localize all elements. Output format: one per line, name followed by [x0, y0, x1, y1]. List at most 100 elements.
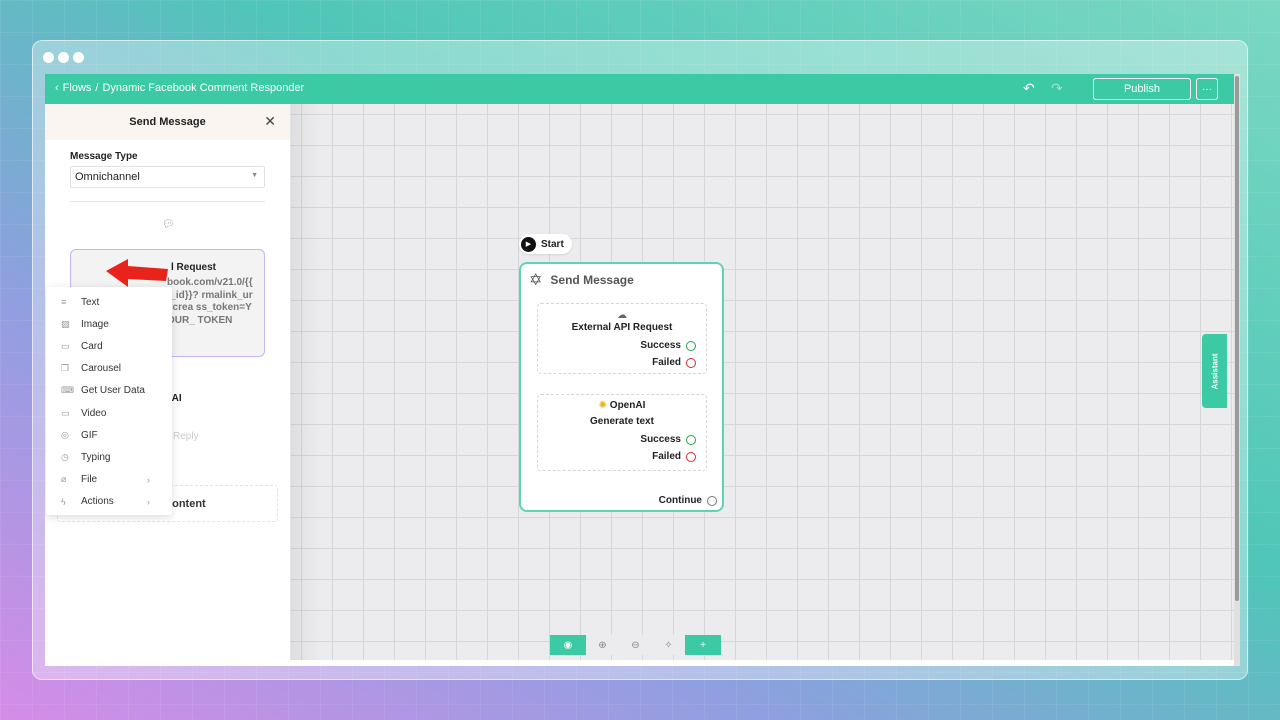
failed-handle-icon[interactable] [686, 451, 696, 462]
openai-logo-icon: ✡ [529, 272, 543, 289]
success-handle-icon[interactable] [686, 340, 696, 351]
redo-icon[interactable]: ↷ [1051, 80, 1063, 97]
success-label: Success [640, 340, 681, 351]
card-icon: ▭ [61, 340, 70, 351]
chevron-right-icon: › [147, 496, 150, 507]
zoom-in-icon[interactable]: ⊕ [586, 635, 619, 655]
assistant-label: Assistant [1210, 352, 1220, 390]
browser-window: ‹ Flows / Dynamic Facebook Comment Respo… [32, 40, 1248, 680]
window-dots [43, 52, 84, 63]
menu-item-label: Actions [81, 496, 114, 508]
menu-item-card[interactable]: ▭ Card [46, 335, 172, 357]
menu-item-get-user-data[interactable]: ⌨ Get User Data [46, 380, 172, 402]
menu-item-label: Image [81, 318, 109, 330]
menu-item-image[interactable]: ▨ Image [46, 313, 172, 335]
menu-item-gif[interactable]: ◎ GIF [46, 424, 172, 446]
api-block-title: External API Request [571, 322, 673, 333]
failed-port[interactable]: Failed [538, 354, 706, 371]
success-label: Success [640, 434, 681, 445]
breadcrumb-separator: / [95, 82, 99, 94]
content-type-menu: ≡ Text ▨ Image ▭ Card ❐ Carousel ⌨ Get U… [46, 287, 172, 515]
assistant-tab[interactable]: Assistant [1202, 334, 1227, 408]
window-dot [73, 52, 84, 63]
canvas-toolbar: ◉ ⊕ ⊖ ✧ + [550, 635, 721, 655]
failed-label: Failed [652, 451, 681, 462]
continue-handle-icon[interactable] [707, 495, 717, 506]
back-chevron-icon[interactable]: ‹ [55, 82, 59, 94]
menu-item-label: File [81, 474, 98, 486]
send-message-panel: Send Message ✕ Message Type Omnichannel … [45, 104, 291, 660]
panel-title: Send Message [129, 116, 206, 128]
continue-port[interactable]: Continue [659, 495, 717, 506]
add-node-button[interactable]: + [685, 635, 721, 655]
node-title: Send Message [550, 273, 634, 287]
scrollbar-thumb[interactable] [1235, 76, 1239, 601]
keyboard-icon: ⌨ [61, 385, 74, 396]
zoom-out-icon[interactable]: ⊖ [619, 635, 652, 655]
canvas-shadow [291, 104, 321, 660]
cloud-upload-icon: ☁ [617, 310, 627, 321]
message-type-label: Message Type [70, 151, 138, 162]
top-bar: ‹ Flows / Dynamic Facebook Comment Respo… [45, 74, 1240, 104]
message-type-value: Omnichannel [75, 171, 140, 183]
api-request-block[interactable]: ☁ External API Request Success Failed [537, 303, 707, 374]
menu-item-file[interactable]: ⌀ File › [46, 469, 172, 491]
success-port[interactable]: Success [538, 431, 706, 448]
send-message-node[interactable]: ✡ Send Message ☁ External API Request Su… [519, 262, 724, 512]
window-dot [58, 52, 69, 63]
undo-icon[interactable]: ↶ [1023, 80, 1035, 97]
close-icon[interactable]: ✕ [264, 113, 276, 130]
api-card-url: book.com/v21.0/{{ t_id}}? rmalink_url,cr… [167, 277, 253, 326]
menu-item-label: Carousel [81, 363, 122, 375]
menu-item-text[interactable]: ≡ Text [46, 291, 172, 313]
flow-canvas[interactable]: ▶ Start ✡ Send Message ☁ External API Re… [291, 104, 1234, 660]
sparkle-icon: ✺ [598, 400, 608, 411]
reply-placeholder: Reply [173, 431, 199, 442]
failed-handle-icon[interactable] [686, 357, 696, 368]
publish-button[interactable]: Publish [1093, 78, 1191, 100]
chevron-right-icon: › [147, 474, 150, 485]
panel-header: Send Message ✕ [45, 104, 290, 140]
openai-title: OpenAI [609, 400, 646, 411]
start-node[interactable]: ▶ Start [519, 234, 572, 254]
eye-icon[interactable]: ◉ [550, 635, 586, 655]
menu-item-label: GIF [81, 429, 98, 441]
carousel-icon: ❐ [61, 363, 70, 374]
openai-block-title: ✺ OpenAI [538, 400, 706, 411]
start-label: Start [541, 238, 564, 250]
breadcrumb-flows-link[interactable]: Flows [63, 82, 92, 94]
openai-subtitle: Generate text [590, 416, 654, 427]
more-options-button[interactable]: ··· [1196, 78, 1218, 100]
window-dot [43, 52, 54, 63]
red-pointer-arrow-icon [106, 259, 168, 287]
app-frame: ‹ Flows / Dynamic Facebook Comment Respo… [45, 74, 1240, 666]
menu-item-label: Get User Data [81, 385, 145, 397]
magic-wand-icon[interactable]: ✧ [652, 635, 685, 655]
image-icon: ▨ [61, 318, 70, 329]
success-handle-icon[interactable] [686, 434, 696, 445]
scrollbar[interactable] [1234, 74, 1240, 666]
node-header: ✡ Send Message [529, 270, 634, 290]
chat-bubble-icon: 💬︎ [162, 219, 175, 230]
divider [70, 201, 265, 202]
paperclip-icon: ⌀ [61, 474, 67, 485]
play-icon: ▶ [521, 236, 536, 252]
menu-item-label: Typing [81, 451, 111, 463]
menu-item-label: Text [81, 296, 100, 308]
text-lines-icon: ≡ [61, 297, 67, 308]
menu-item-label: Card [81, 340, 103, 352]
caret-down-icon: ▼ [251, 172, 258, 179]
menu-item-carousel[interactable]: ❐ Carousel [46, 358, 172, 380]
menu-item-video[interactable]: ▭ Video [46, 402, 172, 424]
clock-icon: ◷ [61, 451, 69, 462]
menu-item-typing[interactable]: ◷ Typing [46, 446, 172, 468]
breadcrumb: ‹ Flows / Dynamic Facebook Comment Respo… [55, 82, 304, 94]
success-port[interactable]: Success [538, 337, 706, 354]
video-icon: ▭ [61, 407, 70, 418]
gif-icon: ◎ [61, 429, 69, 440]
continue-label: Continue [658, 495, 702, 506]
openai-block[interactable]: ✺ OpenAI Generate text Success Failed [537, 394, 707, 471]
failed-port[interactable]: Failed [538, 448, 706, 465]
message-type-select[interactable]: Omnichannel ▼ [70, 166, 265, 188]
menu-item-actions[interactable]: ϟ Actions › [46, 491, 172, 513]
